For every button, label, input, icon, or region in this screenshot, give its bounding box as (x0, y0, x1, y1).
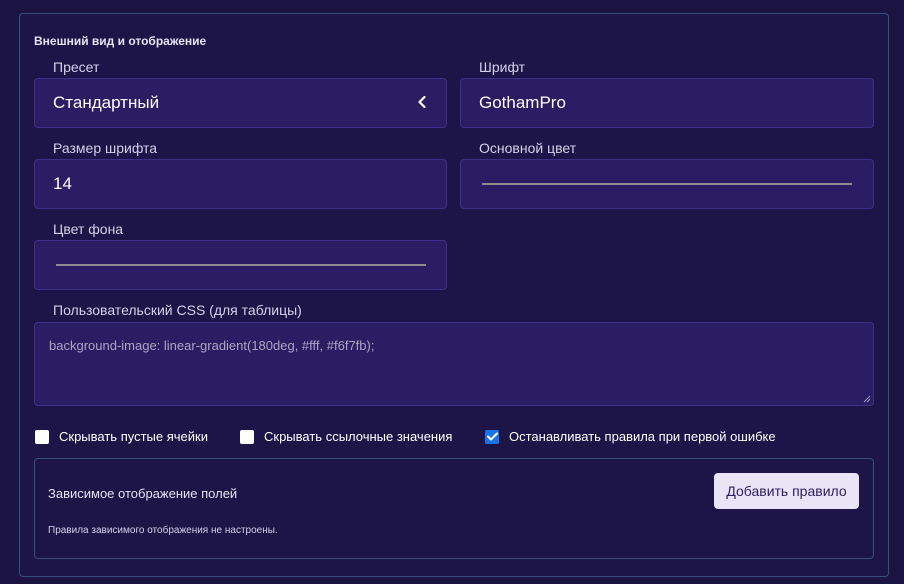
bg-color-input[interactable] (34, 240, 447, 290)
section-title: Внешний вид и отображение (34, 34, 207, 48)
checkbox-label: Скрывать пустые ячейки (59, 429, 208, 444)
custom-css-label: Пользовательский CSS (для таблицы) (53, 302, 302, 318)
font-size-value: 14 (53, 174, 72, 193)
checkbox-label: Останавливать правила при первой ошибке (509, 429, 776, 444)
resize-handle-icon[interactable] (863, 395, 871, 403)
checkbox-box[interactable] (35, 429, 49, 444)
font-size-input[interactable]: 14 (34, 159, 447, 209)
conditional-display-panel: Зависимое отображение полей Добавить пра… (34, 458, 874, 559)
conditional-display-title: Зависимое отображение полей (48, 486, 238, 501)
main-color-input[interactable] (460, 159, 874, 209)
hide-reference-values-checkbox[interactable]: Скрывать ссылочные значения (240, 429, 452, 444)
preset-label: Пресет (53, 59, 100, 75)
font-input[interactable]: GothamPro (460, 78, 874, 128)
appearance-panel: Внешний вид и отображение Пресет Стандар… (19, 13, 889, 577)
font-size-label: Размер шрифта (53, 140, 158, 156)
stop-rules-on-first-error-checkbox[interactable]: Останавливать правила при первой ошибке (485, 429, 776, 444)
empty-rules-note: Правила зависимого отображения не настро… (48, 525, 278, 536)
custom-css-textarea[interactable]: background-image: linear-gradient(180deg… (34, 322, 874, 406)
font-value: GothamPro (479, 93, 566, 112)
preset-value: Стандартный (53, 93, 160, 112)
hide-empty-cells-checkbox[interactable]: Скрывать пустые ячейки (35, 429, 208, 444)
checkmark-icon (486, 432, 498, 441)
main-color-swatch (482, 183, 852, 185)
main-color-label: Основной цвет (479, 140, 577, 156)
preset-select[interactable]: Стандартный (34, 78, 447, 128)
custom-css-value: background-image: linear-gradient(180deg… (49, 338, 375, 353)
bg-color-label: Цвет фона (53, 221, 124, 237)
checkbox-label: Скрывать ссылочные значения (264, 429, 453, 444)
checkbox-box[interactable] (240, 429, 254, 444)
add-rule-button[interactable]: Добавить правило (714, 473, 859, 509)
checkbox-box[interactable] (485, 429, 499, 444)
font-label: Шрифт (479, 59, 526, 75)
chevron-left-icon[interactable] (414, 92, 430, 112)
bg-color-swatch (56, 264, 426, 266)
